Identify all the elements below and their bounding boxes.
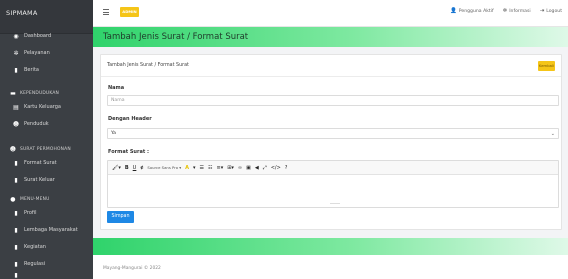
document-icon: ▮ [14, 243, 18, 251]
unordered-list-icon[interactable]: ☰ [200, 165, 204, 171]
font-select[interactable]: Source Sans Pro ▾ [147, 165, 181, 170]
user-link[interactable]: 👤 Pengguna Aktif [450, 8, 494, 14]
document-icon: ▮ [14, 176, 18, 184]
admin-badge[interactable]: ADMIN [120, 7, 139, 17]
rich-text-editor[interactable]: 🖌▾ B U ɇ Source Sans Pro ▾ A ▾ ☰ ☷ ≡▾ ⊞▾… [107, 160, 559, 208]
sidebar-item-label: Kartu Keluarga [24, 104, 61, 110]
document-icon: ▮ [14, 66, 18, 74]
section-kependudukan: ▬ KEPENDUDUKAN [10, 89, 60, 97]
section-menu-menu: ● MENU-MENU [10, 195, 50, 203]
document-icon: ▮ [14, 260, 18, 268]
table-icon[interactable]: ⊞▾ [227, 165, 234, 171]
help-icon[interactable]: ? [285, 165, 288, 171]
footer-band [93, 238, 568, 255]
editor-resize-handle[interactable] [330, 203, 340, 204]
nama-label: Nama [108, 85, 125, 91]
format-label: Format Surat : [108, 149, 149, 155]
sidebar-item-label: Regulasi [24, 261, 46, 267]
sidebar-item-label: Surat Keluar [24, 177, 55, 183]
sidebar-item-label: Profil [24, 210, 37, 216]
ordered-list-icon[interactable]: ☷ [208, 165, 212, 171]
header-label: Dengan Header [108, 116, 152, 122]
sidebar-item-berita[interactable]: ▮ Berita [0, 64, 93, 76]
sidebar-item-label: Dashboard [24, 33, 52, 39]
sidebar-item-profil[interactable]: ▮ Profil [0, 207, 93, 219]
sidebar-item-kegiatan[interactable]: ▮ Kegiatan [0, 241, 93, 253]
top-bar: ADMIN 👤 Pengguna Aktif ✲ Informasi ⇥ Log… [93, 0, 568, 27]
align-icon[interactable]: ≡▾ [217, 165, 224, 171]
nama-input[interactable]: Nama [107, 95, 559, 106]
image-icon[interactable]: ▣ [246, 165, 251, 171]
card-header: Tambah Jenis Surat / Format Surat Kembal… [101, 55, 561, 77]
breadcrumb: Tambah Jenis Surat / Format Surat [107, 63, 189, 68]
back-button[interactable]: Kembali [538, 61, 555, 71]
sidebar-item-label: Format Surat [24, 160, 57, 166]
underline-icon[interactable]: U [133, 165, 137, 171]
save-button[interactable]: Simpan [107, 211, 134, 223]
sidebar-item-label: Pelayanan [24, 50, 50, 56]
footer-copyright: Mayang-Mangurai © 2022 [103, 266, 161, 271]
user-icon: 👤 [449, 8, 457, 14]
card-icon: ▤ [13, 103, 19, 111]
footer: Mayang-Mangurai © 2022 [93, 255, 568, 279]
sidebar-item-format-surat[interactable]: ▮ Format Surat [0, 157, 93, 169]
page-title: Tambah Jenis Surat / Format Surat [103, 32, 249, 42]
info-link[interactable]: ✲ Informasi [503, 8, 531, 14]
sidebar-item-label: Penduduk [24, 121, 49, 127]
editor-toolbar: 🖌▾ B U ɇ Source Sans Pro ▾ A ▾ ☰ ☷ ≡▾ ⊞▾… [108, 161, 558, 175]
bold-icon[interactable]: B [125, 165, 129, 171]
document-icon: ▮ [14, 209, 18, 217]
top-links: 👤 Pengguna Aktif ✲ Informasi ⇥ Logout [450, 8, 562, 14]
document-icon: ▮ [14, 226, 18, 234]
text-color-icon[interactable]: A [185, 165, 189, 171]
sidebar-item-penduduk[interactable]: ☻ Penduduk [0, 118, 93, 130]
sidebar-item-surat-keluar[interactable]: ▮ Surat Keluar [0, 174, 93, 186]
gear-icon: ✲ [502, 8, 508, 14]
chevron-down-icon[interactable]: ▾ [193, 165, 196, 171]
form-card: Tambah Jenis Surat / Format Surat Kembal… [100, 54, 562, 230]
sidebar-item-pelayanan[interactable]: ✲ Pelayanan [0, 47, 93, 59]
fullscreen-icon[interactable]: ⤢ [263, 165, 267, 171]
menu-toggle-icon[interactable] [103, 9, 109, 16]
document-icon: ▮ [14, 272, 18, 279]
users-icon: ☻ [12, 120, 20, 128]
sidebar-item-regulasi[interactable]: ▮ Regulasi [0, 258, 93, 270]
sidebar-item-lembaga-masyarakat[interactable]: ▮ Lembaga Masyarakat [0, 224, 93, 236]
sidebar-item-more[interactable]: ▮ [0, 272, 93, 279]
chevron-down-icon: ⌄ [550, 131, 555, 137]
sidebar-item-label: Kegiatan [24, 244, 46, 250]
users-icon: ☻ [9, 145, 17, 153]
sidebar: SIPMAMA ◉ Dashboard ✲ Pelayanan ▮ Berita… [0, 0, 93, 279]
id-card-icon: ▬ [10, 89, 16, 97]
dashboard-icon: ◉ [13, 32, 19, 40]
page-header: Tambah Jenis Surat / Format Surat [93, 27, 568, 47]
style-icon[interactable]: 🖌▾ [112, 165, 121, 171]
code-view-icon[interactable]: </> [271, 165, 281, 171]
sidebar-item-kartu-keluarga[interactable]: ▤ Kartu Keluarga [0, 101, 93, 113]
circle-icon: ● [10, 195, 16, 203]
brand-logo[interactable]: SIPMAMA [0, 0, 93, 34]
sidebar-item-label: Lembaga Masyarakat [24, 227, 78, 233]
sidebar-item-dashboard[interactable]: ◉ Dashboard [0, 30, 93, 42]
section-surat-permohonan: ☻ SURAT PERMOHONAN [9, 145, 71, 153]
gear-icon: ✲ [13, 49, 19, 57]
document-icon: ▮ [14, 159, 18, 167]
header-select[interactable]: Ya ⌄ [107, 128, 559, 139]
video-icon[interactable]: ◀ [255, 165, 259, 171]
logout-icon: ⇥ [539, 8, 545, 14]
clear-format-icon[interactable]: ɇ [140, 165, 143, 171]
logout-link[interactable]: ⇥ Logout [540, 8, 562, 14]
sidebar-item-label: Berita [24, 67, 39, 73]
link-icon[interactable]: ∞ [238, 165, 242, 171]
